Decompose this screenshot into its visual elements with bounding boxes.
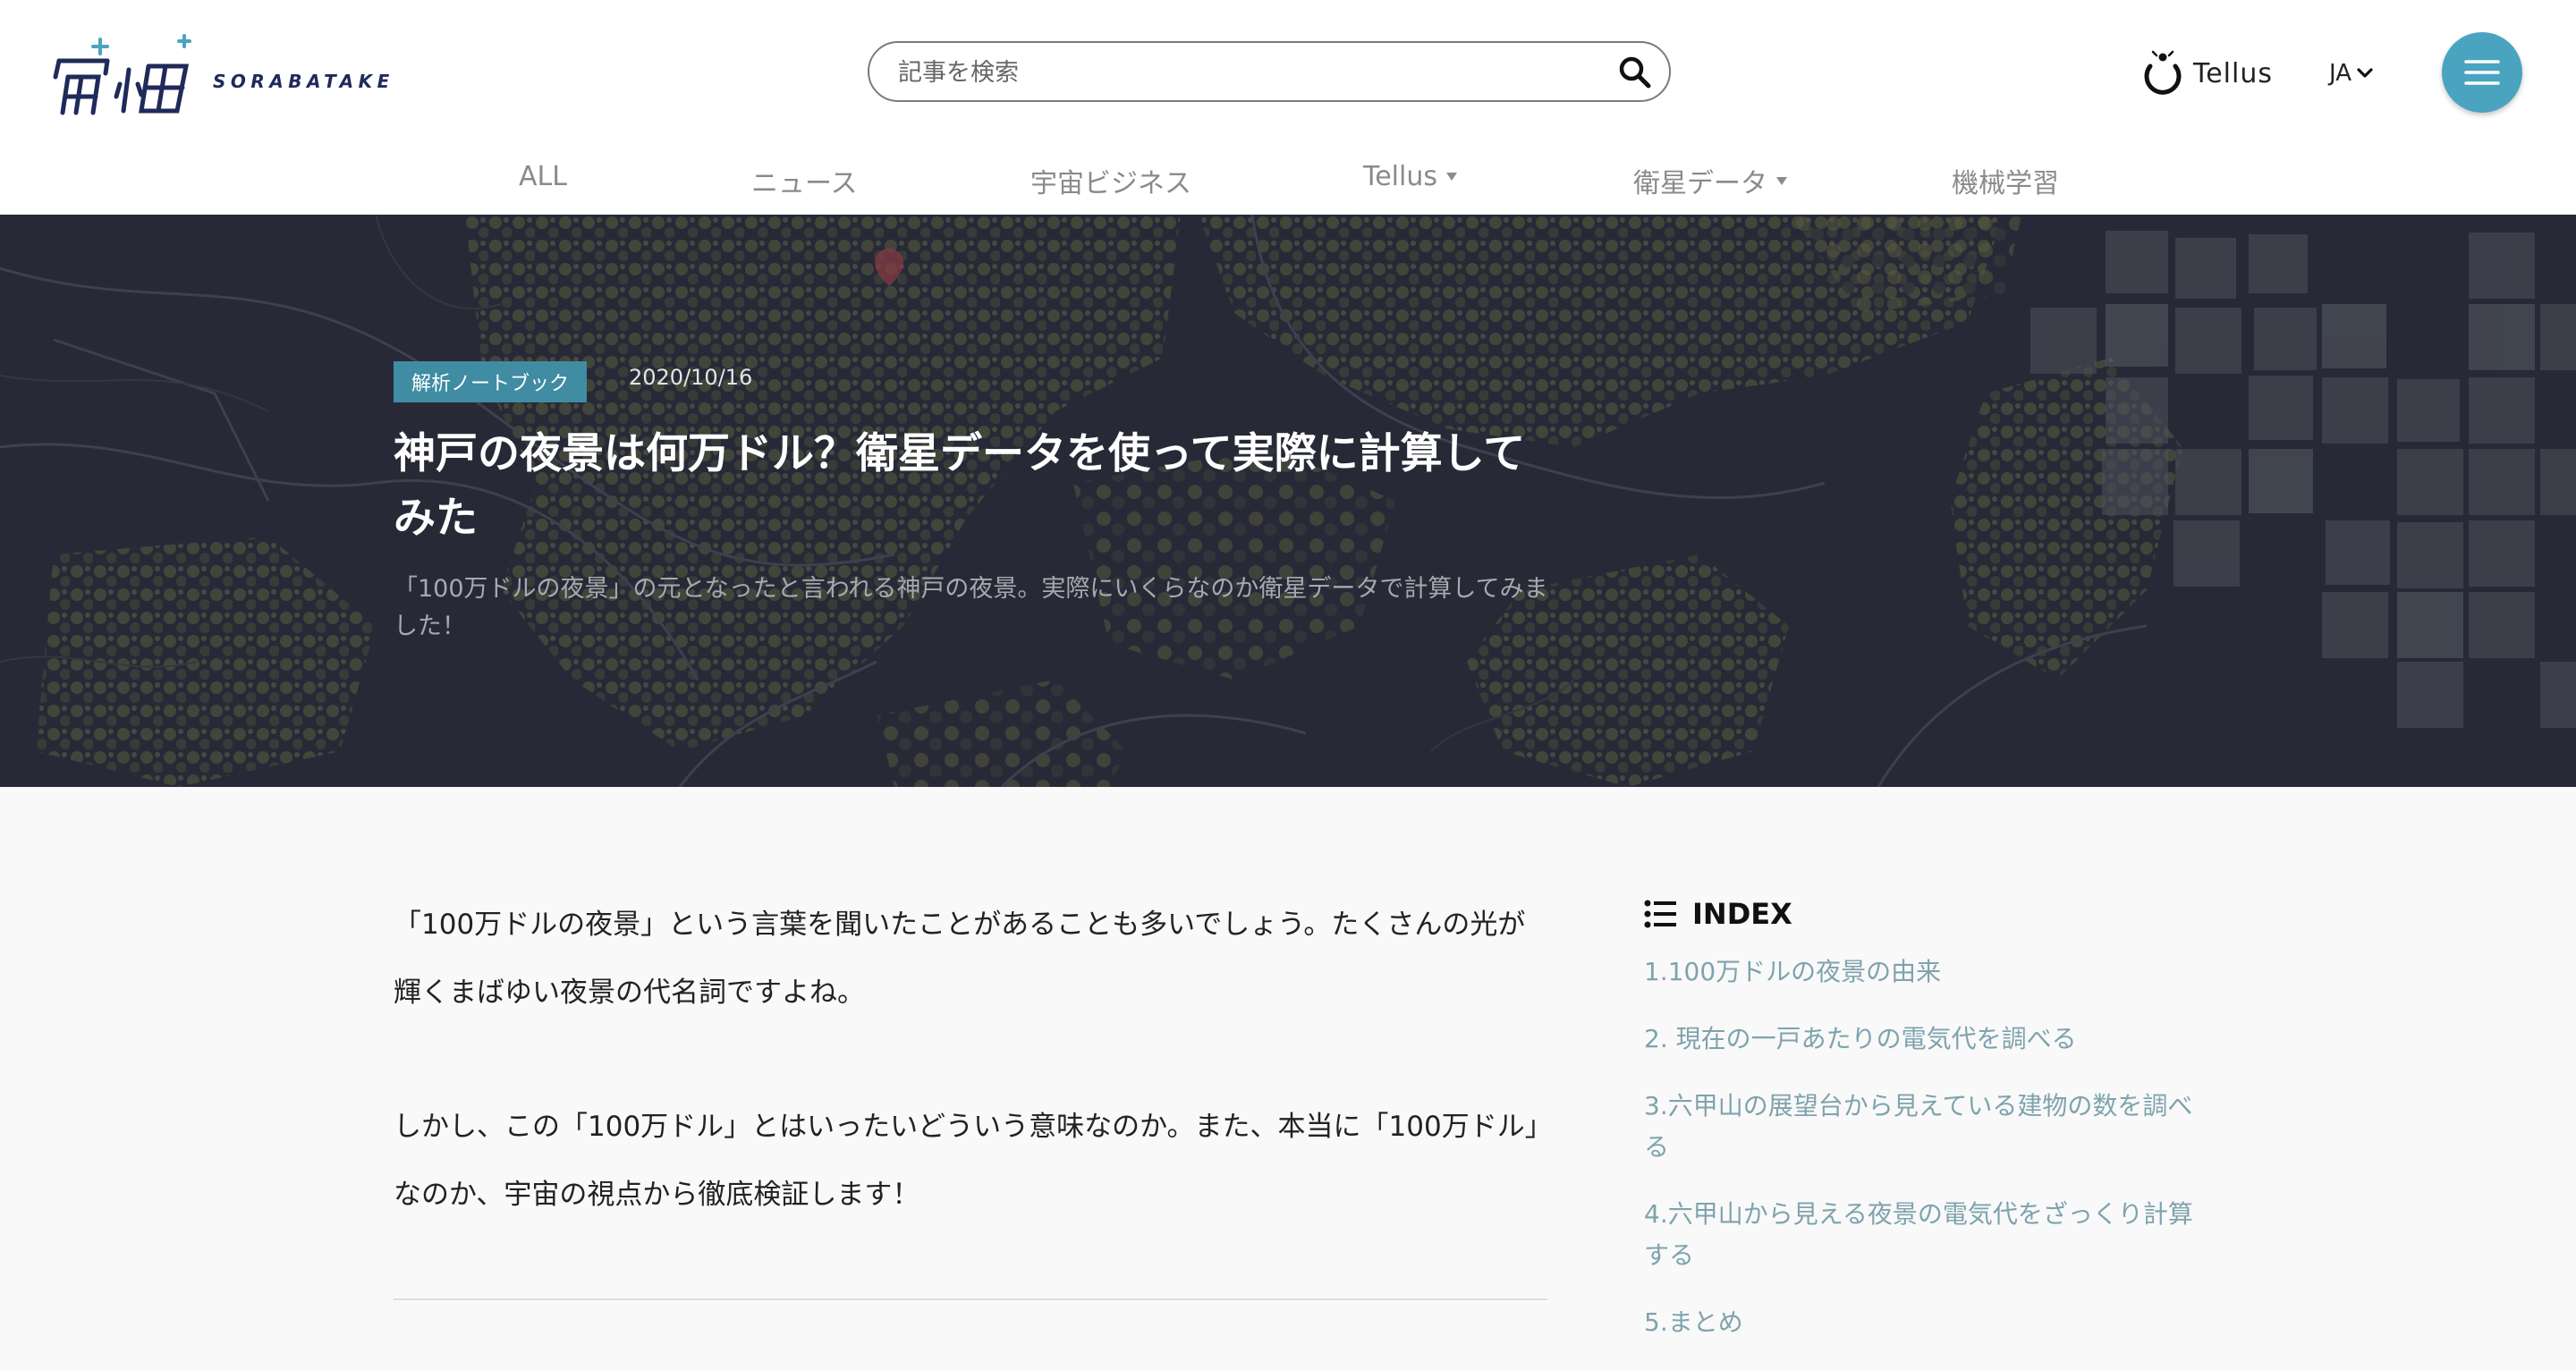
tellus-link[interactable]: Tellus [2141, 48, 2273, 98]
logo-mark-icon [53, 34, 191, 115]
toc-item[interactable]: 1.100万ドルの夜景の由来 [1644, 951, 2199, 993]
site-header: SORABATAKE Tellus JA ALL ニュース [0, 0, 2576, 215]
nav-item-space-business[interactable]: 宇宙ビジネス [1030, 161, 1191, 200]
search-icon [1619, 56, 1651, 89]
hamburger-icon [2464, 60, 2500, 85]
caret-down-icon [1446, 173, 1457, 181]
article-hero: 解析ノートブック 2020/10/16 神戸の夜景は何万ドル？衛星データを使って… [0, 215, 2576, 787]
toc-list: 1.100万ドルの夜景の由来 2. 現在の一戸あたりの電気代を調べる 3.六甲山… [1644, 951, 2199, 1343]
category-nav: ALL ニュース 宇宙ビジネス Tellus 衛星データ 機械学習 [0, 152, 2576, 206]
search-button[interactable] [1617, 55, 1653, 90]
nav-label: 機械学習 [1952, 168, 2059, 199]
nav-item-tellus[interactable]: Tellus [1363, 161, 1457, 192]
list-icon [1644, 900, 1676, 928]
language-label: JA [2329, 60, 2351, 87]
nav-item-satellite-data[interactable]: 衛星データ [1633, 161, 1787, 200]
tellus-label: Tellus [2193, 57, 2273, 89]
caret-down-icon [1776, 176, 1787, 185]
toc-item[interactable]: 2. 現在の一戸あたりの電気代を調べる [1644, 1019, 2199, 1060]
section-divider [394, 1298, 1547, 1300]
hamburger-menu-button[interactable] [2442, 32, 2522, 113]
category-badge[interactable]: 解析ノートブック [394, 361, 588, 402]
nav-item-all[interactable]: ALL [519, 161, 567, 192]
table-of-contents: INDEX 1.100万ドルの夜景の由来 2. 現在の一戸あたりの電気代を調べる… [1644, 889, 2199, 1369]
nav-label: 衛星データ [1633, 168, 1767, 199]
nav-item-machine-learning[interactable]: 機械学習 [1952, 161, 2059, 200]
language-selector[interactable]: JA [2329, 57, 2373, 89]
nav-label: ALL [519, 161, 567, 192]
chevron-down-icon [2357, 68, 2373, 78]
article-title: 神戸の夜景は何万ドル？衛星データを使って実際に計算してみた [394, 429, 1526, 543]
nav-label: ニュース [751, 168, 858, 199]
toc-item[interactable]: 4.六甲山から見える夜景の電気代をざっくり計算する [1644, 1194, 2199, 1276]
article-paragraph: 「100万ドルの夜景」という言葉を聞いたことがあることも多いでしょう。たくさんの… [394, 909, 1526, 1009]
search-box [868, 41, 1671, 102]
article-lead: 「100万ドルの夜景」の元となったと言われる神戸の夜景。実際にいくらなのか衛星デ… [394, 575, 1548, 640]
toc-item[interactable]: 5.まとめ [1644, 1302, 2199, 1343]
nav-label: Tellus [1363, 161, 1437, 192]
article-body: 「100万ドルの夜景」という言葉を聞いたことがあることも多いでしょう。たくさんの… [394, 891, 1547, 1295]
article-paragraph: しかし、この「100万ドル」とはいったいどういう意味なのか。また、本当に「100… [394, 1111, 1539, 1211]
toc-title: INDEX [1692, 897, 1792, 931]
search-input[interactable] [896, 52, 1580, 93]
site-logo[interactable]: SORABATAKE [52, 34, 394, 116]
publish-date: 2020/10/16 [629, 365, 753, 390]
nav-item-news[interactable]: ニュース [751, 161, 858, 200]
tellus-logo-icon [2144, 50, 2182, 95]
toc-header: INDEX [1644, 889, 2199, 939]
toc-item[interactable]: 3.六甲山の展望台から見えている建物の数を調べる [1644, 1086, 2199, 1168]
nav-label: 宇宙ビジネス [1030, 168, 1191, 199]
logo-wordmark: SORABATAKE [213, 71, 394, 92]
